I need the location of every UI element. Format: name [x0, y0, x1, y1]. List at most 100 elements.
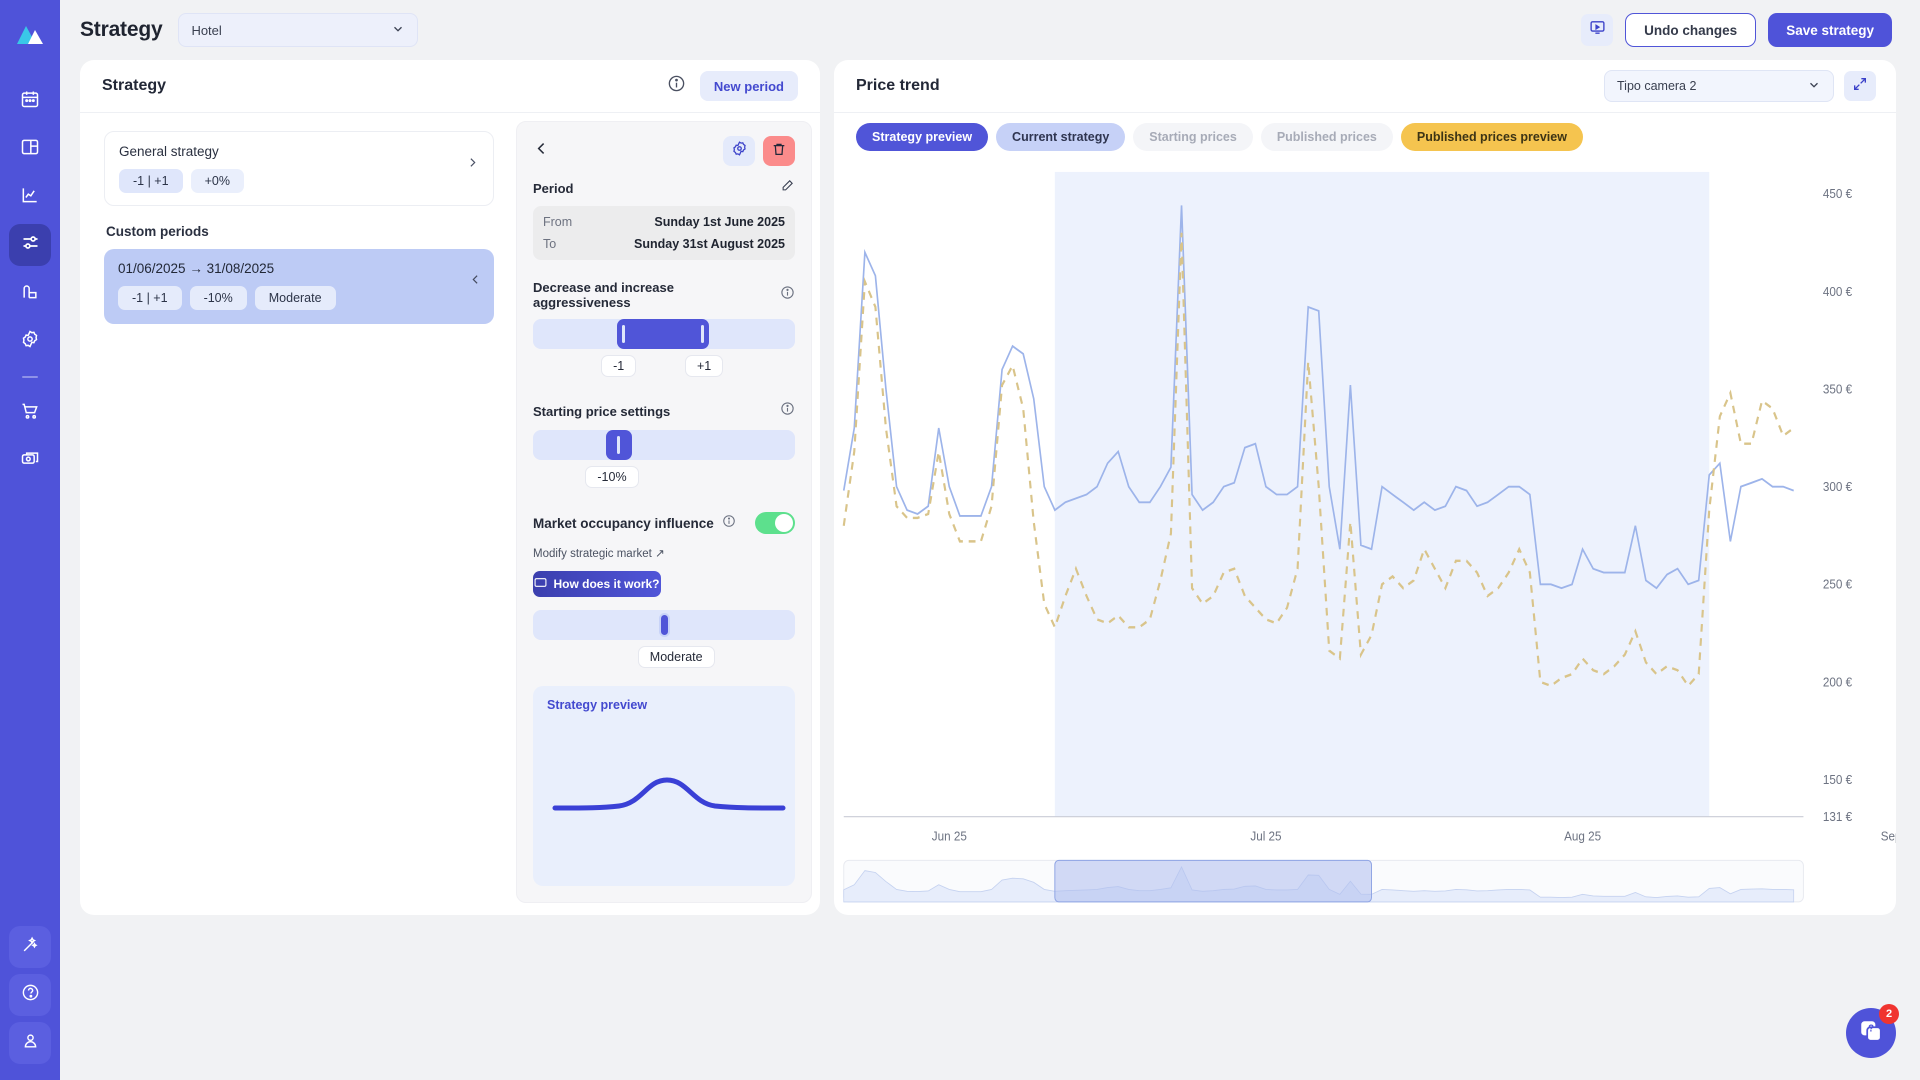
line-chart-icon: [20, 185, 40, 210]
sidebar-item-assistant[interactable]: [9, 926, 51, 968]
aggressiveness-handle-max[interactable]: [700, 325, 704, 343]
starting-price-handle-grip: [617, 436, 621, 454]
pencil-icon[interactable]: [780, 178, 795, 198]
chart-y-tick-label: 300 €: [1823, 479, 1852, 494]
strategy-card: Strategy New period General strategy -1 …: [80, 60, 820, 915]
market-influence-slider[interactable]: [533, 610, 795, 640]
chevron-right-icon[interactable]: [466, 144, 479, 173]
sidebar-item-strategy[interactable]: [9, 224, 51, 266]
page-title: Strategy: [80, 18, 163, 41]
info-circle-icon[interactable]: [667, 74, 686, 98]
sidebar-item-analytics[interactable]: [9, 176, 51, 218]
market-influence-value: Moderate: [637, 646, 715, 668]
starting-price-label: Starting price settings: [533, 403, 671, 419]
info-circle-icon[interactable]: [780, 401, 795, 421]
chart-y-tick-label: 450 €: [1823, 187, 1852, 202]
tab-published-prices[interactable]: Published prices: [1260, 123, 1393, 151]
sidebar-item-insights[interactable]: [9, 272, 51, 314]
back-icon[interactable]: [533, 140, 550, 163]
aggressiveness-max-value: +1: [684, 355, 724, 377]
aggressiveness-label: Decrease and increase aggressiveness: [533, 280, 674, 310]
strategy-card-header: Strategy New period: [80, 60, 820, 112]
period-dates-box: From Sunday 1st June 2025 To Sunday 31st…: [533, 206, 795, 260]
chart-y-tick-label: 350 €: [1823, 382, 1852, 397]
sidebar-item-settings[interactable]: [9, 320, 51, 362]
how-does-it-work-label: How does it work?: [553, 577, 660, 591]
topbar: Strategy Hotel Undo changes Save strateg…: [60, 0, 1920, 60]
chip-starting-price: -10%: [189, 286, 247, 310]
periods-column: General strategy -1 | +1 +0% Custom peri…: [94, 121, 506, 903]
room-type-select[interactable]: Tipo camera 2: [1604, 70, 1834, 102]
chart-x-tick-label: Sep 25: [1881, 829, 1896, 844]
hotel-select[interactable]: Hotel: [178, 13, 419, 47]
market-occupancy-toggle[interactable]: [755, 512, 795, 534]
strategy-preview-label: Strategy preview: [547, 698, 648, 712]
expand-chart-button[interactable]: [1844, 71, 1876, 101]
presentation-button[interactable]: [1581, 14, 1614, 46]
tab-strategy-preview[interactable]: Strategy preview: [856, 123, 989, 151]
chevron-down-icon: [391, 22, 405, 39]
sidebar-item-help[interactable]: [9, 974, 51, 1016]
tab-current-strategy[interactable]: Current strategy: [996, 123, 1126, 151]
info-circle-icon[interactable]: [780, 285, 795, 305]
undo-changes-button[interactable]: Undo changes: [1625, 13, 1757, 47]
hotel-select-value: Hotel: [191, 22, 222, 38]
period-settings-button[interactable]: [723, 136, 755, 166]
chart-y-tick-label: 250 €: [1823, 577, 1852, 592]
sidebar-item-dashboard[interactable]: [9, 128, 51, 170]
sidebar-item-calendar[interactable]: [9, 80, 51, 122]
period-chips: -1 | +1 -10% Moderate: [118, 286, 469, 310]
main-region: Strategy New period General strategy -1 …: [60, 60, 1920, 1080]
aggressiveness-slider[interactable]: [533, 319, 795, 349]
starting-price-handle[interactable]: [606, 430, 633, 460]
starting-price-label-row: Starting price settings: [533, 401, 795, 421]
chart-y-labels: 450 € 400 € 350 € 300 € 250 € 200 € 150 € 131 €: [1823, 187, 1852, 825]
chart-x-tick-label: Aug 25: [1564, 829, 1601, 844]
modify-strategic-market-link[interactable]: Modify strategic market ↗: [533, 546, 795, 560]
strategy-card-body: General strategy -1 | +1 +0% Custom peri…: [80, 112, 820, 915]
general-strategy-chips: -1 | +1 +0%: [119, 169, 466, 193]
new-period-button[interactable]: New period: [699, 71, 798, 101]
sidebar-item-account[interactable]: [9, 1022, 51, 1064]
insights-icon: [20, 281, 40, 306]
price-trend-card: Price trend Tipo camera 2 Strategy previ…: [834, 60, 1896, 915]
tab-published-prices-preview[interactable]: Published prices preview: [1400, 123, 1583, 151]
app-root: Strategy Hotel Undo changes Save strateg…: [0, 0, 1920, 1080]
strategy-preview-box: Strategy preview: [533, 686, 795, 886]
chat-button[interactable]: ? 2: [1846, 1004, 1899, 1058]
chart-y-tick-label: 150 €: [1823, 772, 1852, 787]
period-item-text: 01/06/2025 → 31/08/2025 -1 | +1 -10% Mod…: [118, 261, 469, 310]
mountain-logo-icon[interactable]: [10, 14, 50, 54]
to-label: To: [543, 237, 557, 251]
aggressiveness-values: -1 +1: [533, 355, 795, 381]
market-occupancy-label: Market occupancy influence: [533, 515, 714, 531]
to-value: Sunday 31st August 2025: [634, 237, 785, 251]
chevron-down-icon: [1807, 78, 1821, 95]
starting-price-slider[interactable]: [533, 430, 795, 460]
chart-y-tick-label: 131 €: [1823, 809, 1852, 824]
info-circle-icon[interactable]: [722, 514, 736, 533]
how-does-it-work-button[interactable]: How does it work?: [533, 571, 661, 597]
general-strategy-card[interactable]: General strategy -1 | +1 +0%: [104, 131, 494, 206]
strategy-card-actions: New period: [667, 71, 798, 101]
tab-starting-prices[interactable]: Starting prices: [1133, 123, 1253, 151]
period-delete-button[interactable]: [763, 136, 795, 166]
sidebar-item-shop[interactable]: [9, 392, 51, 434]
chevron-left-icon[interactable]: [469, 261, 482, 290]
sidebar-item-billing[interactable]: [9, 440, 51, 482]
period-range: 01/06/2025 → 31/08/2025: [118, 261, 275, 276]
chart-x-labels: Jun 25 Jul 25 Aug 25 Sep 25: [932, 829, 1896, 844]
market-influence-handle[interactable]: [658, 613, 670, 637]
chart-y-tick-label: 400 €: [1823, 284, 1852, 299]
chart-x-tick-label: Jun 25: [932, 829, 967, 844]
aggressiveness-handle-min[interactable]: [622, 325, 626, 343]
market-influence-values: Moderate: [533, 646, 795, 672]
chip-aggressiveness: -1 | +1: [118, 286, 182, 310]
content-area: Strategy Hotel Undo changes Save strateg…: [60, 0, 1920, 1080]
gear-icon: [20, 329, 40, 354]
price-trend-chart[interactable]: Jun 25 Jul 25 Aug 25 Sep 25 450 € 400 € 350 €…: [834, 157, 1896, 915]
period-item[interactable]: 01/06/2025 → 31/08/2025 -1 | +1 -10% Mod…: [104, 249, 494, 324]
starting-price-values: -10%: [533, 466, 795, 492]
market-occupancy-row: Market occupancy influence: [533, 512, 795, 534]
save-strategy-button[interactable]: Save strategy: [1768, 13, 1892, 47]
